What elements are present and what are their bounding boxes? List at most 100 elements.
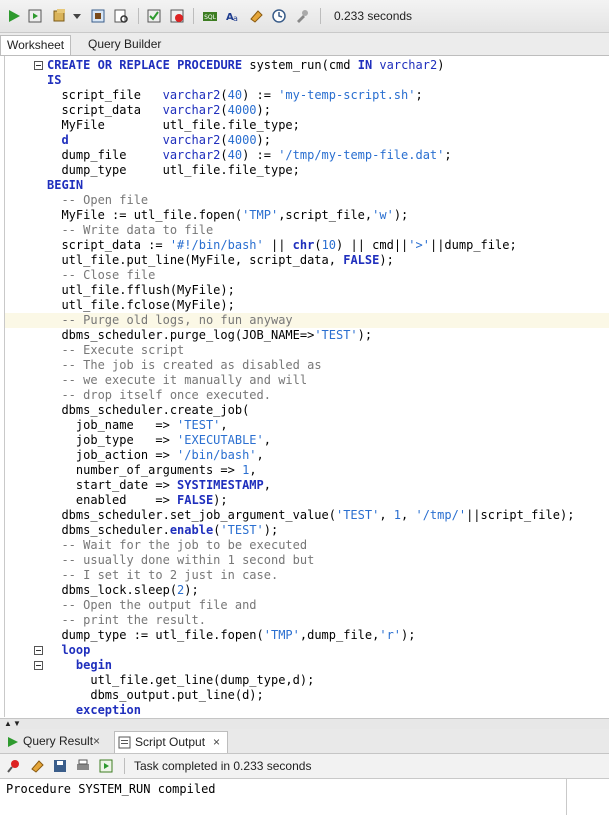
code-line-text: number_of_arguments => 1, xyxy=(47,463,257,477)
code-line[interactable]: job_type => 'EXECUTABLE', xyxy=(5,433,609,448)
code-line[interactable]: -- Wait for the job to be executed xyxy=(5,538,609,553)
code-line-text: dump_type := utl_file.fopen('TMP',dump_f… xyxy=(47,628,416,642)
code-line[interactable]: utl_file.fclose(MyFile); xyxy=(5,298,609,313)
svg-text:a: a xyxy=(233,14,238,23)
collapse-up-icon[interactable]: ▲ xyxy=(4,719,12,728)
code-line[interactable]: script_data := '#!/bin/bash' || chr(10) … xyxy=(5,238,609,253)
code-line[interactable]: begin xyxy=(5,658,609,673)
code-line[interactable]: -- Write data to file xyxy=(5,223,609,238)
code-line-text: dbms_scheduler.set_job_argument_value('T… xyxy=(47,508,575,522)
fold-toggle-icon[interactable] xyxy=(34,61,43,70)
chevron-down-icon[interactable] xyxy=(72,8,82,24)
code-line[interactable]: number_of_arguments => 1, xyxy=(5,463,609,478)
code-line-text: -- Purge old logs, no fun anyway xyxy=(61,313,293,327)
code-line-text: -- I set it to 2 just in case. xyxy=(61,568,279,582)
unshared-worksheet-icon[interactable] xyxy=(294,8,310,24)
code-line[interactable]: -- drop itself once executed. xyxy=(5,388,609,403)
code-line[interactable]: script_file varchar2(40) := 'my-temp-scr… xyxy=(5,88,609,103)
code-line[interactable]: script_data varchar2(4000); xyxy=(5,103,609,118)
close-icon[interactable]: × xyxy=(93,731,100,752)
task-status: Task completed in 0.233 seconds xyxy=(134,759,312,773)
code-line[interactable]: CREATE OR REPLACE PROCEDURE system_run(c… xyxy=(5,58,609,73)
code-line[interactable]: -- print the result. xyxy=(5,613,609,628)
code-line[interactable]: loop xyxy=(5,643,609,658)
code-line[interactable]: -- Execute script xyxy=(5,343,609,358)
code-line-text: d varchar2(4000); xyxy=(61,133,271,147)
tab-script-output[interactable]: Script Output × xyxy=(114,731,228,753)
commit-icon[interactable] xyxy=(90,8,106,24)
code-line[interactable]: dbms_output.put_line(d); xyxy=(5,688,609,703)
close-icon[interactable]: × xyxy=(213,732,220,753)
code-line[interactable]: exception xyxy=(5,703,609,717)
code-line[interactable]: d varchar2(4000); xyxy=(5,133,609,148)
clear-eraser-icon[interactable] xyxy=(29,758,45,774)
code-line-text: job_action => '/bin/bash', xyxy=(47,448,264,462)
code-line[interactable]: IS xyxy=(5,73,609,88)
tab-query-builder[interactable]: Query Builder xyxy=(82,35,167,54)
autotrace-icon[interactable] xyxy=(52,8,68,24)
code-line-text: loop xyxy=(61,643,91,657)
code-line[interactable]: -- Close file xyxy=(5,268,609,283)
code-line[interactable]: MyFile := utl_file.fopen('TMP',script_fi… xyxy=(5,208,609,223)
tab-query-result[interactable]: Query Result × xyxy=(5,731,109,752)
code-line[interactable]: start_date => SYSTIMESTAMP, xyxy=(5,478,609,493)
code-line[interactable]: dbms_scheduler.set_job_argument_value('T… xyxy=(5,508,609,523)
code-line[interactable]: -- Open the output file and xyxy=(5,598,609,613)
script-output-icon xyxy=(118,736,131,749)
code-line[interactable]: -- The job is created as disabled as xyxy=(5,358,609,373)
script-output-icon[interactable] xyxy=(98,758,114,774)
code-line[interactable]: -- Purge old logs, no fun anyway xyxy=(5,313,609,328)
code-line-text: enabled => FALSE); xyxy=(47,493,228,507)
rollback-icon[interactable] xyxy=(169,8,185,24)
code-line[interactable]: dump_type utl_file.file_type; xyxy=(5,163,609,178)
print-icon[interactable] xyxy=(75,758,91,774)
script-output-panel[interactable]: Procedure SYSTEM_RUN compiled xyxy=(0,779,567,815)
tab-script-output-label: Script Output xyxy=(135,735,206,749)
code-line[interactable]: job_action => '/bin/bash', xyxy=(5,448,609,463)
code-line-text: job_name => 'TEST', xyxy=(47,418,228,432)
code-line-text: dump_file varchar2(40) := '/tmp/my-temp-… xyxy=(47,148,452,162)
code-line[interactable]: -- usually done within 1 second but xyxy=(5,553,609,568)
code-line[interactable]: dbms_scheduler.purge_log(JOB_NAME=>'TEST… xyxy=(5,328,609,343)
code-line-text: -- Open the output file and xyxy=(61,598,257,612)
code-line-text: start_date => SYSTIMESTAMP, xyxy=(47,478,271,492)
code-line-text: BEGIN xyxy=(47,178,84,192)
code-line-text: MyFile utl_file.file_type; xyxy=(47,118,300,132)
save-icon[interactable] xyxy=(52,758,68,774)
code-line[interactable]: utl_file.get_line(dump_type,d); xyxy=(5,673,609,688)
fold-toggle-icon[interactable] xyxy=(34,646,43,655)
run-script-icon[interactable] xyxy=(27,8,43,24)
sql-editor[interactable]: CREATE OR REPLACE PROCEDURE system_run(c… xyxy=(4,56,609,717)
commit-transaction-icon[interactable] xyxy=(146,8,162,24)
run-statement-icon[interactable] xyxy=(6,8,22,24)
clear-eraser-icon[interactable] xyxy=(248,8,264,24)
code-line-text: utl_file.get_line(dump_type,d); xyxy=(47,673,315,687)
code-line[interactable]: -- we execute it manually and will xyxy=(5,373,609,388)
code-line-text: -- Close file xyxy=(61,268,156,282)
code-line[interactable]: utl_file.put_line(MyFile, script_data, F… xyxy=(5,253,609,268)
collapse-down-icon[interactable]: ▼ xyxy=(13,719,21,728)
tab-worksheet[interactable]: Worksheet xyxy=(0,35,72,55)
toolbar-separator xyxy=(138,8,139,24)
explain-plan-icon[interactable] xyxy=(113,8,129,24)
code-line[interactable]: enabled => FALSE); xyxy=(5,493,609,508)
code-line[interactable]: utl_file.fflush(MyFile); xyxy=(5,283,609,298)
code-line-text: utl_file.put_line(MyFile, script_data, F… xyxy=(47,253,394,267)
pane-splitter[interactable]: ▲ ▼ xyxy=(0,718,609,729)
code-line[interactable]: dump_file varchar2(40) := '/tmp/my-temp-… xyxy=(5,148,609,163)
code-line[interactable]: dbms_scheduler.enable('TEST'); xyxy=(5,523,609,538)
code-line[interactable]: dbms_lock.sleep(2); xyxy=(5,583,609,598)
code-line[interactable]: job_name => 'TEST', xyxy=(5,418,609,433)
code-line[interactable]: dump_type := utl_file.fopen('TMP',dump_f… xyxy=(5,628,609,643)
code-line-text: dbms_scheduler.enable('TEST'); xyxy=(47,523,279,537)
code-line[interactable]: BEGIN xyxy=(5,178,609,193)
to-upper-lower-icon[interactable]: Aa xyxy=(225,8,241,24)
code-line[interactable]: -- I set it to 2 just in case. xyxy=(5,568,609,583)
fold-toggle-icon[interactable] xyxy=(34,661,43,670)
sql-tuning-icon[interactable]: SQL xyxy=(202,8,218,24)
code-line[interactable]: dbms_scheduler.create_job( xyxy=(5,403,609,418)
code-line[interactable]: MyFile utl_file.file_type; xyxy=(5,118,609,133)
pin-icon[interactable] xyxy=(6,758,22,774)
sql-history-icon[interactable] xyxy=(271,8,287,24)
code-line[interactable]: -- Open file xyxy=(5,193,609,208)
